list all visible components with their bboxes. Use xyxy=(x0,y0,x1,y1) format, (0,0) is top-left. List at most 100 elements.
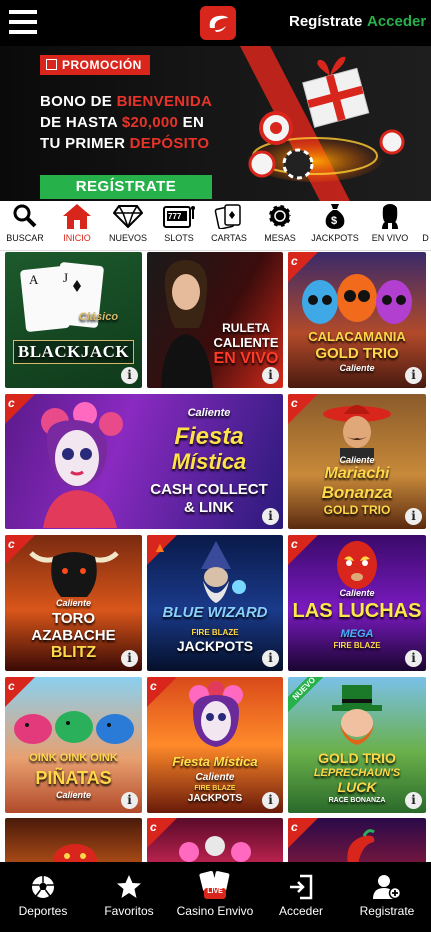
live-casino-icon: LIVE xyxy=(172,862,258,900)
bottom-nav-sports[interactable]: Deportes xyxy=(0,862,86,932)
game-tile-partial-3[interactable]: c xyxy=(288,818,426,862)
promo-text: TU PRIMER xyxy=(40,135,130,152)
game-tile-fiesta-mistica-fire-blaze[interactable]: c Fiesta Mística Caliente FIRE BLAZE JAC… xyxy=(147,677,283,813)
category-label: NUEVOS xyxy=(108,233,147,243)
skulls-illustration xyxy=(302,274,412,324)
game-tile-blue-wizard[interactable]: ▲ BLUE WIZARD FIRE BLAZE JACKPOTS i xyxy=(147,535,283,671)
game-tile-calacamania-gold-trio[interactable]: c CALACAMANIA GOLD TRIO Caliente i xyxy=(288,252,426,388)
svg-text:777: 777 xyxy=(168,212,182,221)
info-icon[interactable]: i xyxy=(262,792,279,809)
chili-illustration xyxy=(347,829,375,862)
header-register-link[interactable]: Regístrate xyxy=(289,13,362,30)
bottom-nav-register[interactable]: Registrate xyxy=(344,862,430,932)
game-title-2: CALIENTE xyxy=(213,335,279,350)
game-title: CALACAMANIA xyxy=(308,329,406,344)
bottom-nav-favorites[interactable]: Favoritos xyxy=(86,862,172,932)
category-nav: BUSCAR INICIO NUEVOS 777 SLOTS CARTAS ME… xyxy=(0,201,431,251)
category-home[interactable]: INICIO xyxy=(54,201,100,251)
info-icon[interactable]: i xyxy=(262,367,279,384)
caliente-logo-icon[interactable] xyxy=(200,6,236,40)
game-title: BLUE WIZARD xyxy=(162,604,268,621)
game-title: TORO xyxy=(51,610,96,627)
game-brand: Caliente xyxy=(187,407,231,419)
caliente-corner-icon: c xyxy=(291,537,298,551)
bottom-nav-login[interactable]: Acceder xyxy=(258,862,344,932)
category-slots[interactable]: 777 SLOTS xyxy=(156,201,202,251)
game-title: RULETA xyxy=(222,321,270,335)
gift-icon xyxy=(46,59,57,70)
game-tile-blackjack[interactable]: A J Clásico BLACKJACK i xyxy=(5,252,142,388)
header-login-link[interactable]: Acceder xyxy=(367,13,426,30)
info-icon[interactable]: i xyxy=(405,367,422,384)
game-tile-fiesta-mistica-cash-collect[interactable]: c Caliente Fiesta Mística CASH COLLECT &… xyxy=(5,394,283,529)
game-title-2: LEPRECHAUN'S xyxy=(313,767,401,779)
game-tile-mariachi-bonanza[interactable]: c Caliente Mariachi Bonanza GOLD TRIO i xyxy=(288,394,426,529)
hamburger-menu-icon[interactable] xyxy=(9,10,37,34)
game-tile-ruleta-caliente-en-vivo[interactable]: RULETA CALIENTE EN VIVO i xyxy=(147,252,283,388)
game-tile-pinatas[interactable]: c OINK OINK OINK PIÑATAS Caliente i xyxy=(5,677,142,813)
slot-machine-icon: 777 xyxy=(156,201,202,231)
game-brand: Caliente xyxy=(55,598,91,608)
svg-text:A: A xyxy=(29,272,39,287)
live-dealer-icon xyxy=(367,201,413,231)
info-icon[interactable]: i xyxy=(121,792,138,809)
promo-text: BONO DE xyxy=(40,93,117,110)
casino-home-page: Regístrate Acceder PROMOCIÓN BONO DE BIE… xyxy=(0,0,431,932)
bottom-nav-label: Favoritos xyxy=(104,904,154,918)
game-subtitle: GOLD TRIO xyxy=(315,345,399,362)
info-icon[interactable]: i xyxy=(262,650,279,667)
promo-text: DE HASTA xyxy=(40,114,122,131)
category-search[interactable]: BUSCAR xyxy=(2,201,48,251)
soccer-ball-icon xyxy=(0,862,86,900)
bottom-nav-live-casino[interactable]: LIVE Casino Envivo xyxy=(172,862,258,932)
caliente-corner-icon: c xyxy=(291,820,298,834)
category-new[interactable]: NUEVOS xyxy=(105,201,151,251)
game-title-3: LUCK xyxy=(337,779,377,795)
category-tables[interactable]: MESAS xyxy=(257,201,303,251)
game-title-2: AZABACHE xyxy=(31,627,116,644)
add-user-icon xyxy=(344,862,430,900)
promo-amount: $20,000 xyxy=(121,114,179,131)
dealer-illustration xyxy=(161,260,213,388)
catrina-illustration xyxy=(41,402,123,528)
game-tile-las-luchas[interactable]: c Caliente LAS LUCHAS MEGA FIRE BLAZE i xyxy=(288,535,426,671)
game-title: Fiesta Mística xyxy=(172,754,258,769)
info-icon[interactable]: i xyxy=(405,792,422,809)
category-live[interactable]: EN VIVO xyxy=(367,201,413,251)
game-subtitle-2: JACKPOTS xyxy=(176,638,254,654)
banner-register-button[interactable]: REGÍSTRATE xyxy=(40,175,212,199)
mariachi-illustration xyxy=(323,405,391,460)
game-title: LAS LUCHAS xyxy=(292,600,422,622)
promo-banner[interactable]: PROMOCIÓN BONO DE BIENVENIDA DE HASTA $2… xyxy=(0,46,431,201)
category-cards[interactable]: CARTAS xyxy=(206,201,252,251)
category-more[interactable]: D xyxy=(420,201,431,251)
game-subtitle-2: FIRE BLAZE xyxy=(333,641,381,650)
game-tile-leprechauns-luck[interactable]: NUEVO GOLD TRIO LEPRECHAUN'S LUCK RACE B… xyxy=(288,677,426,813)
game-tile-partial-2[interactable]: c xyxy=(147,818,283,862)
info-icon[interactable]: i xyxy=(405,650,422,667)
game-subtitle: CASH COLLECT xyxy=(150,481,268,498)
game-title: Fiesta xyxy=(174,423,244,450)
game-tile-partial-1[interactable] xyxy=(5,818,142,862)
promo-text-highlight: DEPÓSITO xyxy=(129,135,210,152)
promo-tag: PROMOCIÓN xyxy=(40,55,150,75)
game-subtitle: MEGA xyxy=(340,628,374,640)
info-icon[interactable]: i xyxy=(405,508,422,525)
game-title: GOLD TRIO xyxy=(318,750,396,766)
info-icon[interactable]: i xyxy=(121,367,138,384)
diamond-icon xyxy=(105,201,151,231)
poker-chip-icon xyxy=(257,201,303,231)
caliente-corner-icon: c xyxy=(291,254,298,268)
game-subtitle-2: & LINK xyxy=(184,499,234,516)
bottom-navigation: Deportes Favoritos LIVE Casino Envivo Ac… xyxy=(0,862,431,932)
wizard-illustration xyxy=(201,541,246,603)
game-tile-toro-azabache-blitz[interactable]: c Caliente TORO AZABACHE BLITZ i xyxy=(5,535,142,671)
info-icon[interactable]: i xyxy=(121,650,138,667)
category-label: MESAS xyxy=(264,233,296,243)
info-icon[interactable]: i xyxy=(262,508,279,525)
category-label: BUSCAR xyxy=(6,233,44,243)
game-subtitle: FIRE BLAZE xyxy=(194,785,236,792)
category-jackpots[interactable]: $ JACKPOTS xyxy=(308,201,362,251)
caliente-corner-icon: c xyxy=(291,396,298,410)
category-label: CARTAS xyxy=(211,233,247,243)
